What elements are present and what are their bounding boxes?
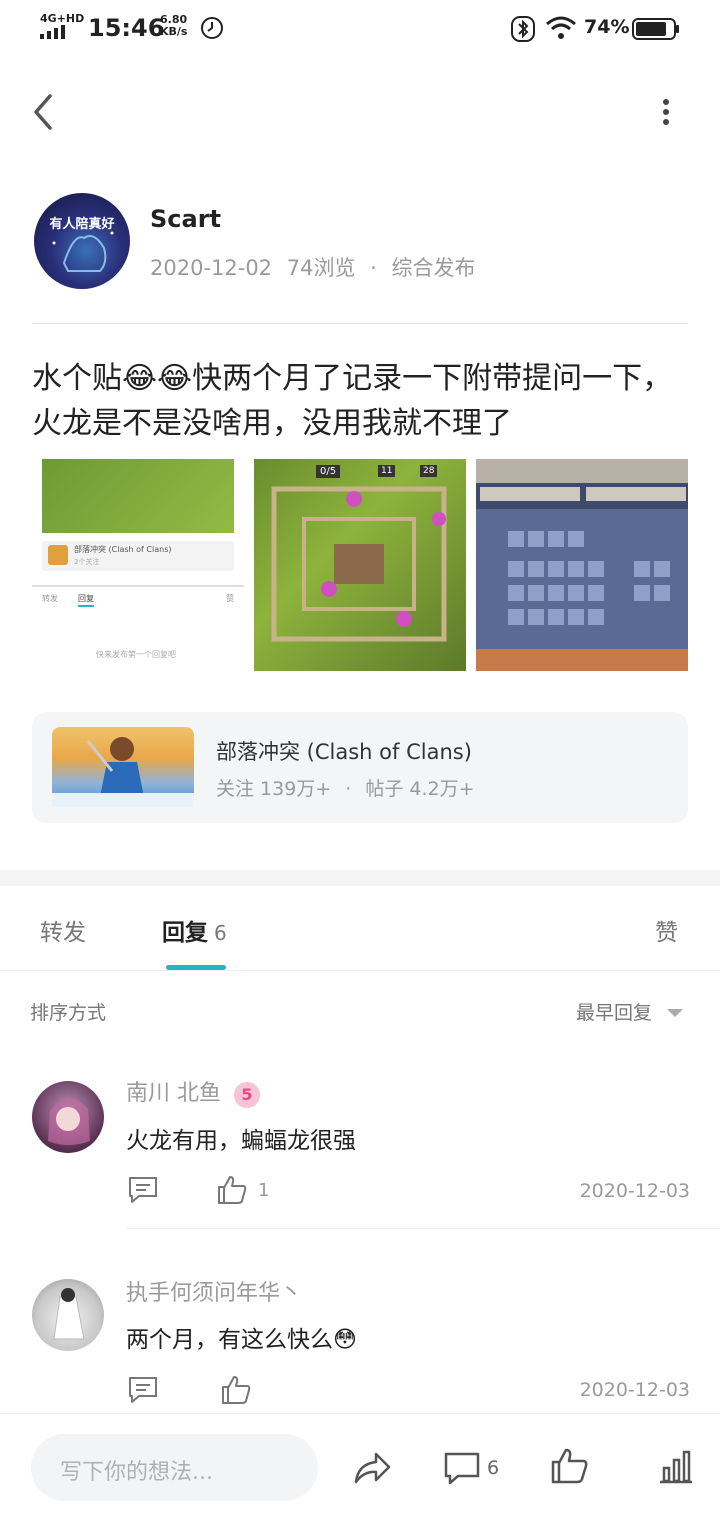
game-card-posts: 帖子 4.2万+ [365,778,475,800]
thumb-card-title: 部落冲突 (Clash of Clans) [74,545,172,554]
comment-text: 火龙有用，蝙蝠龙很强 [126,1128,356,1154]
post-source: 综合发布 [391,256,476,280]
comment-date: 2020-12-03 [579,1379,690,1401]
sort-label: 排序方式 [30,1002,107,1024]
thumb-resource-2: 11 [378,465,396,477]
thumbs-up-icon[interactable] [216,1174,248,1206]
thumb-tab-like: 赞 [226,594,234,603]
battery-percent: 74% [584,16,630,38]
post-date: 2020-12-02 [150,256,273,280]
sort-dropdown[interactable]: 最早回复 [576,998,684,1025]
thumbs-up-icon[interactable] [220,1374,252,1406]
tabs-divider [0,970,720,971]
tab-reply-count: 6 [214,921,227,945]
signal-icon [40,25,65,39]
image-thumb-map [42,459,234,533]
comment-divider [126,1228,720,1229]
comment-icon[interactable] [442,1448,482,1488]
thumb-resource-3: 28 [420,465,438,477]
thumb-tab-indicator [78,605,94,607]
stats-icon[interactable] [656,1448,696,1488]
game-card-title: 部落冲突 (Clash of Clans) [216,740,472,764]
image-thumb-tabs [32,585,244,587]
comment-text: 两个月，有这么快么😳 [126,1327,357,1353]
reply-icon[interactable] [127,1374,159,1406]
thumb-tab-forward: 转发 [42,594,58,603]
clock: 15:46 [88,14,165,42]
game-card-stats: 关注 139万+ · 帖子 4.2万+ [216,774,475,801]
game-card-followers: 关注 139万+ [216,778,332,800]
sort-value: 最早回复 [576,1002,653,1024]
meta-dot: · [370,256,377,280]
network-indicator: 4G+HD [40,12,85,39]
post-meta: 2020-12-02 74浏览 · 综合发布 [150,252,476,282]
alarm-icon [201,17,223,39]
comment-like-count: 1 [258,1180,270,1201]
more-icon[interactable] [650,96,682,128]
post-image-1[interactable]: 部落冲突 (Clash of Clans) 2个关注 转发 回复 赞 快来发布第… [32,459,244,671]
reply-icon[interactable] [127,1174,159,1206]
comment-count: 6 [487,1457,500,1479]
tab-reply[interactable]: 回复 6 [162,913,227,947]
back-icon[interactable] [28,90,64,134]
level-badge: 5 [234,1082,260,1108]
game-card-image [52,727,194,807]
comment-avatar[interactable] [32,1279,104,1351]
thumb-card-sub: 2个关注 [74,558,100,566]
comment-avatar[interactable] [32,1081,104,1153]
post-image-2[interactable]: 0/5 11 28 [254,459,466,671]
net-speed: 6.80 KB/s [160,14,200,38]
network-type: 4G+HD [40,12,85,25]
comment-date: 2020-12-03 [579,1180,690,1202]
bluetooth-icon [511,16,535,42]
status-bar: 4G+HD 15:46 6.80 KB/s 74% [0,0,720,58]
post-views: 74浏览 [286,256,356,280]
stats-dot: · [345,778,352,800]
image-thumb-card: 部落冲突 (Clash of Clans) 2个关注 [42,541,234,571]
wifi-icon [546,16,576,39]
author-avatar[interactable]: 有人陪真好 [34,193,130,289]
post-text: 水个贴😂😂快两个月了记录一下附带提问一下，火龙是不是没啥用，没用我就不理了 [32,361,673,441]
tab-reply-label: 回复 [162,920,208,946]
net-speed-unit: KB/s [160,25,188,38]
thumb-resource-1: 0/5 [316,465,341,478]
chevron-down-icon [667,1009,684,1017]
thumb-empty-text: 快来发布第一个回复吧 [96,650,176,659]
section-separator [0,870,720,886]
divider [32,323,688,324]
like-icon[interactable] [549,1446,589,1486]
thumb-tab-reply: 回复 [78,594,94,603]
comment-input[interactable]: 写下你的想法... [31,1434,318,1501]
share-icon[interactable] [352,1448,392,1488]
comment-author-name[interactable]: 执手何须问年华丶 [126,1275,302,1307]
tab-like[interactable]: 赞 [655,913,678,947]
author-name[interactable]: Scart [150,205,221,233]
comment-author[interactable]: 南川 北鱼 5 [126,1075,260,1108]
tab-forward[interactable]: 转发 [40,913,86,947]
comment-input-placeholder: 写下你的想法... [60,1460,213,1485]
post-image-3[interactable] [476,459,688,671]
bottom-bar-divider [0,1413,720,1414]
game-card[interactable]: 部落冲突 (Clash of Clans) 关注 139万+ · 帖子 4.2万… [32,712,688,823]
battery-icon [632,18,679,40]
comment-author-name: 南川 北鱼 [126,1081,221,1106]
